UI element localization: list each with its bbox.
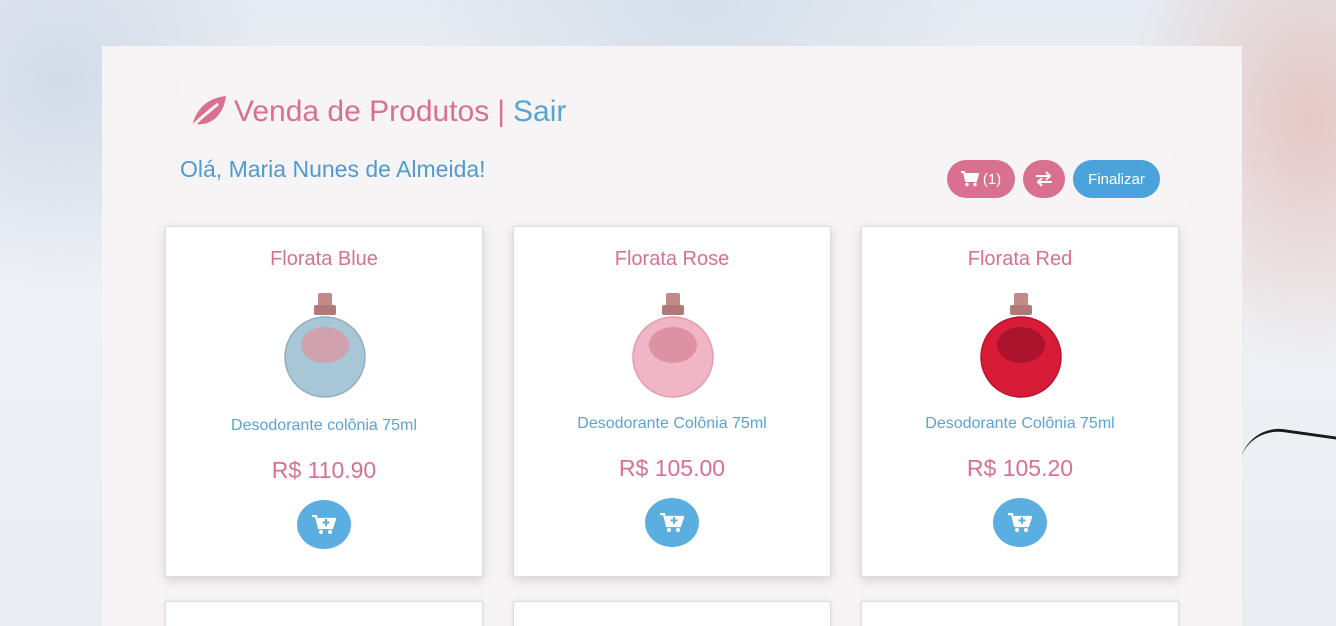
toolbar: (1) Finalizar xyxy=(947,160,1160,198)
product-description: Desodorante Colônia 75ml xyxy=(925,415,1115,432)
title-separator: | xyxy=(497,95,506,128)
product-image xyxy=(632,293,714,398)
product-image xyxy=(980,293,1062,398)
cart-plus-icon xyxy=(1008,512,1032,532)
add-to-cart-button[interactable] xyxy=(297,500,351,549)
shopping-cart-icon xyxy=(960,171,979,187)
product-description: Desodorante colônia 75ml xyxy=(231,417,417,434)
product-card: Florata Rose Desodorante Colônia 75ml R$… xyxy=(513,226,831,577)
app-title: Venda de Produtos xyxy=(234,95,490,128)
cart-count: (1) xyxy=(982,170,1002,188)
product-price: R$ 110.90 xyxy=(271,457,377,483)
add-to-cart-button[interactable] xyxy=(993,498,1047,547)
product-name: Florata Blue xyxy=(270,248,378,270)
main-panel: Venda de Produtos | Sair Olá, Maria Nune… xyxy=(102,46,1242,626)
page-title: Venda de Produtos | Sair xyxy=(188,94,566,130)
exchange-icon xyxy=(1036,171,1052,187)
product-image xyxy=(284,293,366,398)
swap-button[interactable] xyxy=(1023,160,1065,198)
product-card: Florata Blue Desodorante colônia 75ml R$… xyxy=(165,226,483,577)
product-price: R$ 105.20 xyxy=(966,455,1074,481)
product-card xyxy=(165,601,483,626)
product-description: Desodorante Colônia 75ml xyxy=(577,415,767,432)
leaf-icon xyxy=(188,96,226,130)
finish-button[interactable]: Finalizar xyxy=(1073,160,1160,198)
cart-plus-icon xyxy=(660,512,684,532)
product-card xyxy=(861,601,1179,626)
cart-plus-icon xyxy=(312,514,336,534)
logout-link[interactable]: Sair xyxy=(513,95,566,129)
add-to-cart-button[interactable] xyxy=(645,498,699,547)
product-card xyxy=(513,601,831,626)
cart-button[interactable]: (1) xyxy=(947,160,1015,198)
product-card: Florata Red Desodorante Colônia 75ml R$ … xyxy=(861,226,1179,577)
greeting-text: Olá, Maria Nunes de Almeida! xyxy=(180,156,486,182)
product-name: Florata Rose xyxy=(614,248,730,270)
product-name: Florata Red xyxy=(967,248,1073,270)
product-price: R$ 105.00 xyxy=(618,455,726,481)
background-decoration xyxy=(1239,423,1336,477)
